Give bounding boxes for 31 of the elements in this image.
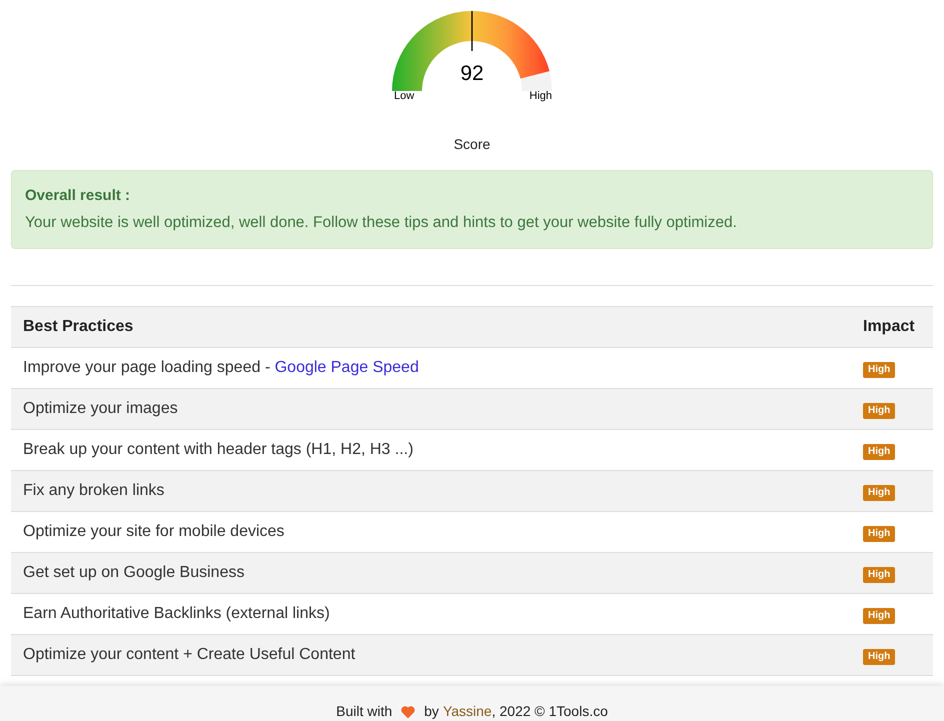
practice-text: Get set up on Google Business <box>23 562 246 583</box>
gauge-value: 92 <box>459 61 485 87</box>
impact-badge: High <box>863 362 896 378</box>
impact-badge: High <box>863 402 896 419</box>
result-title: Overall result : <box>25 186 132 206</box>
impact-badge: High <box>863 444 896 460</box>
heart-icon <box>400 704 416 718</box>
impact-badge: High <box>863 608 896 624</box>
footer-text: , 2022 © 1Tools.co <box>492 702 608 721</box>
gauge-needle <box>471 11 473 51</box>
column-header: Impact <box>863 316 916 337</box>
column-header: Best Practices <box>23 316 134 337</box>
impact-badge: High <box>863 484 896 501</box>
practice-text: Optimize your site for mobile devices <box>23 522 286 542</box>
footer-text: Built with <box>336 702 392 721</box>
impact-badge: High <box>863 648 896 665</box>
practice-text: Fix any broken links <box>23 480 166 501</box>
practice-text: Earn Authoritative Backlinks (external links) <box>23 604 331 624</box>
impact-badge: High <box>863 526 896 542</box>
gauge-max-label: High <box>529 91 552 102</box>
practice-text: Break up your content with header tags (H1, H2, H3 ...) <box>23 440 414 460</box>
impact-badge: High <box>863 566 896 583</box>
practice-text: Improve your page loading speed - Google Page Speed <box>23 358 420 378</box>
gauge-min-label: Low <box>394 91 414 102</box>
gauge-caption: Score <box>454 135 490 154</box>
practice-text: Optimize your content + Create Useful Content <box>23 644 356 665</box>
practice-text: Optimize your images <box>23 398 179 419</box>
practice-link[interactable]: Google Page Speed <box>274 358 419 376</box>
footer-text: by <box>424 702 439 721</box>
author-link[interactable]: Yassine <box>442 701 492 721</box>
result-message: Your website is well optimized, well done. Follow these tips and hints to get your website fully optimized. <box>25 212 738 232</box>
